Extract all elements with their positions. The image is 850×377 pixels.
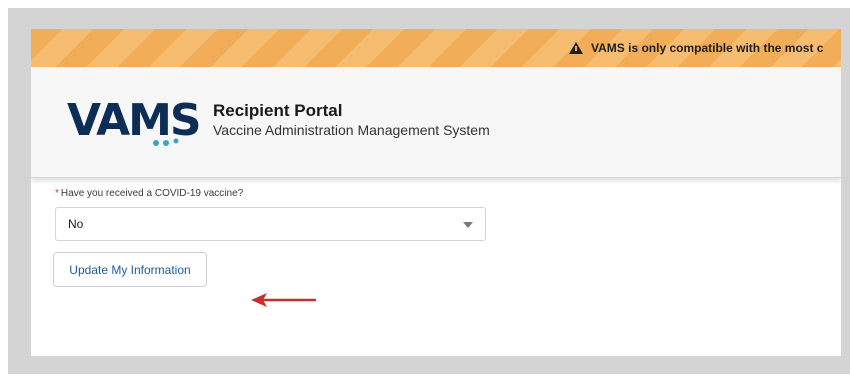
chevron-down-icon (463, 222, 473, 228)
required-marker: * (55, 188, 59, 199)
vaccine-received-select[interactable]: No (55, 207, 486, 241)
logo-dots-icon (153, 138, 179, 146)
annotation-arrow-icon (251, 293, 316, 307)
update-my-information-button[interactable]: Update My Information (53, 252, 207, 287)
vaccine-question-label: * Have you received a COVID-19 vaccine? (55, 188, 243, 199)
portal-subtitle: Vaccine Administration Management System (213, 122, 490, 138)
vaccine-question-text: Have you received a COVID-19 vaccine? (60, 188, 244, 199)
portal-title: Recipient Portal (213, 101, 343, 120)
select-value: No (68, 217, 84, 231)
banner-content: VAMS is only compatible with the most c (569, 29, 823, 67)
portal-page: VAMS is only compatible with the most c … (31, 29, 841, 356)
vams-logo[interactable]: VAMS (67, 95, 202, 147)
portal-titles: Recipient Portal Vaccine Administration … (213, 101, 490, 139)
screenshot-frame: VAMS is only compatible with the most c … (0, 0, 850, 377)
warning-icon (569, 42, 583, 54)
compatibility-banner: VAMS is only compatible with the most c (31, 29, 841, 67)
banner-text: VAMS is only compatible with the most c (591, 41, 824, 55)
portal-header: VAMS Recipient Portal Vaccine Administra… (31, 67, 841, 178)
